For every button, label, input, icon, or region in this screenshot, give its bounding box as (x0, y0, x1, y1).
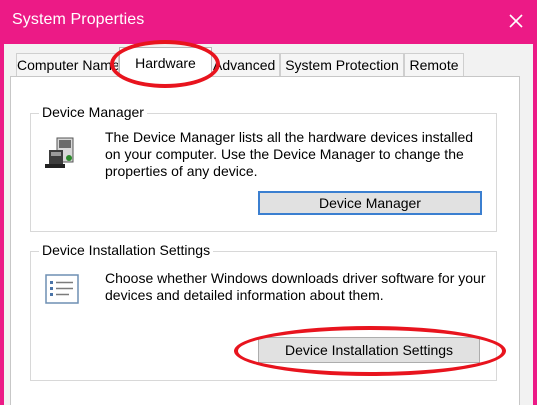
tab-label: Remote (409, 57, 459, 73)
tab-label: Computer Name (17, 57, 119, 73)
tab-remote[interactable]: Remote (404, 53, 464, 76)
button-label: Device Manager (319, 195, 421, 211)
group-label: Device Installation Settings (39, 242, 214, 258)
description-line: properties of any device. (105, 163, 258, 179)
description-line: devices and detailed information about t… (105, 287, 384, 303)
tab-computer-name[interactable]: Computer Name (16, 53, 119, 76)
tab-system-protection[interactable]: System Protection (280, 53, 404, 76)
group-label: Device Manager (39, 104, 147, 120)
tab-label: Hardware (135, 55, 196, 71)
close-button[interactable] (493, 0, 537, 44)
description-line: on your computer. Use the Device Manager… (105, 146, 464, 162)
description-line: The Device Manager lists all the hardwar… (105, 129, 474, 145)
system-properties-window: System Properties Computer Name Hardware… (0, 0, 537, 405)
tab-advanced[interactable]: Advanced (208, 53, 280, 76)
window-title: System Properties (12, 11, 145, 28)
tab-label: System Protection (285, 57, 399, 73)
button-label: Device Installation Settings (284, 342, 454, 358)
device-manager-button[interactable]: Device Manager (258, 191, 482, 215)
close-icon (509, 14, 523, 28)
tab-hardware[interactable]: Hardware (119, 47, 212, 77)
title-bar: System Properties (0, 0, 537, 44)
tab-label: Advanced (213, 57, 276, 73)
description-line: Choose whether Windows downloads driver … (105, 270, 486, 286)
device-installation-settings-button[interactable]: Device Installation Settings (258, 337, 480, 363)
settings-list-icon (45, 274, 79, 304)
device-manager-icon (45, 137, 74, 168)
